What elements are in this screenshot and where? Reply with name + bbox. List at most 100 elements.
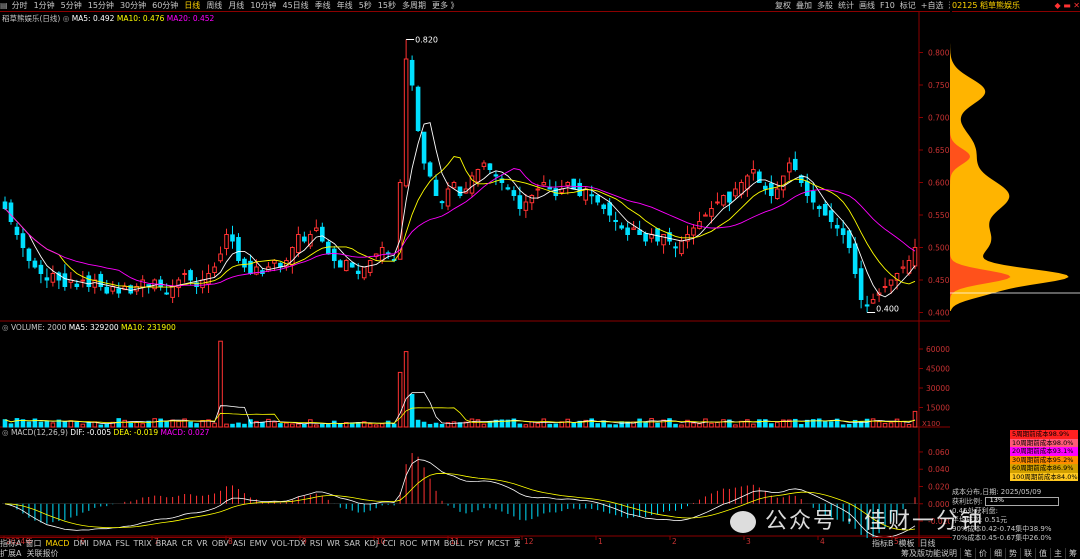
toolbar-button[interactable]: 叠加 <box>796 1 812 10</box>
toolbar-button[interactable]: 返回 <box>948 1 950 10</box>
period-tab[interactable]: 15秒 <box>378 1 396 10</box>
right-tab[interactable]: 主 <box>1051 548 1066 559</box>
toolbar-button[interactable]: +自选 <box>921 1 944 10</box>
indicator-tab[interactable]: VR <box>197 539 208 548</box>
volume-bar <box>709 422 714 428</box>
app-menu-icon[interactable]: ▤ <box>0 1 8 10</box>
indicator-tab[interactable]: MACD <box>45 539 69 548</box>
indicator-tab[interactable]: SAR <box>344 539 360 548</box>
period-tab[interactable]: 1分钟 <box>34 1 55 10</box>
indicator-tab[interactable]: CR <box>182 539 193 548</box>
window-controls-icon[interactable]: ◆ ▬ ✕ <box>1055 0 1080 11</box>
candle-body <box>433 179 439 197</box>
volume-bar <box>14 418 20 428</box>
candle-body <box>691 227 696 236</box>
candle-body <box>565 182 571 186</box>
candle-body <box>74 283 80 287</box>
indicator-tab[interactable]: ASI <box>233 539 246 548</box>
volume-bar <box>379 423 385 428</box>
period-tab[interactable]: 周线 <box>206 1 222 10</box>
candle-body <box>643 233 648 242</box>
candle-body <box>116 288 122 294</box>
right-tab[interactable]: 筹 <box>1066 548 1080 559</box>
indicator-tab[interactable]: MCST <box>487 539 509 548</box>
cost-legend-item: 10周期前成本98.0% <box>1010 438 1078 447</box>
period-tab[interactable]: 5分钟 <box>61 1 82 10</box>
period-tab[interactable]: 15分钟 <box>88 1 114 10</box>
right-tab[interactable]: 筹及版功能说明 <box>898 548 961 559</box>
right-tab[interactable]: 值 <box>1036 548 1051 559</box>
indicator-tab[interactable]: DMI <box>73 539 88 548</box>
volume-bar <box>721 419 726 428</box>
right-tab[interactable]: 联 <box>1021 548 1036 559</box>
indicator-tab[interactable]: FSL <box>115 539 129 548</box>
right-tab[interactable]: 势 <box>1006 548 1021 559</box>
indicator-tab[interactable]: 更多 <box>514 539 520 548</box>
date-label: 1 <box>598 537 603 546</box>
period-tab[interactable]: 季线 <box>315 1 331 10</box>
indicator-tab[interactable]: 窗口 <box>25 539 41 548</box>
volume-bar <box>421 421 427 428</box>
volume-bar <box>230 423 235 428</box>
toolbar-button[interactable]: 画线 <box>859 1 875 10</box>
period-tab[interactable]: 10分钟 <box>250 1 276 10</box>
indicator-tab[interactable]: EMV <box>250 539 267 548</box>
bottom-tab[interactable]: 日线 <box>920 539 936 548</box>
right-tab[interactable]: 价 <box>976 548 991 559</box>
period-tab[interactable]: 45日线 <box>283 1 309 10</box>
period-tab[interactable]: 年线 <box>337 1 353 10</box>
indicator-tab[interactable]: TRIX <box>133 539 151 548</box>
indicator-tab[interactable]: BRAR <box>156 539 178 548</box>
indicator-tab[interactable]: 指标A <box>0 539 21 548</box>
candle-body <box>38 264 44 274</box>
volume-bar <box>236 422 241 428</box>
toolbar-button[interactable]: 标记 <box>900 1 916 10</box>
period-tab[interactable]: 5秒 <box>359 1 372 10</box>
volume-bar <box>697 423 702 428</box>
indicator-tab[interactable]: BOLL <box>444 539 465 548</box>
kline-chart[interactable]: 0.800 0.750 0.700 0.650 0.600 0.550 0.500 0.450… <box>0 11 950 547</box>
candle-body <box>852 243 858 274</box>
toolbar-button[interactable]: 复权 <box>775 1 791 10</box>
bottom-tab[interactable]: 关联报价 <box>26 549 58 558</box>
toolbar-button[interactable]: 统计 <box>838 1 854 10</box>
bottom-tab[interactable]: 扩展A <box>0 549 21 558</box>
indicator-tab[interactable]: WR <box>327 539 340 548</box>
macd-tick-label: 0.040 <box>928 465 950 474</box>
volume-bar <box>673 423 678 428</box>
volume-bar <box>517 423 523 428</box>
right-tab[interactable]: 笔 <box>961 548 976 559</box>
indicator-tab[interactable]: MTM <box>421 539 440 548</box>
right-tab[interactable]: 细 <box>991 548 1006 559</box>
candle-body <box>517 195 523 210</box>
bottom-tab[interactable]: 指标B <box>872 539 894 548</box>
period-tab[interactable]: 分时 <box>12 1 28 10</box>
bottom-tab[interactable]: 模板 <box>899 539 915 548</box>
period-tab[interactable]: 月线 <box>228 1 244 10</box>
period-tab[interactable]: 更多 》 <box>432 1 459 10</box>
volume-bar <box>822 420 828 428</box>
toolbar-button[interactable]: 多股 <box>817 1 833 10</box>
indicator-tab[interactable]: VOL-TDX <box>271 539 306 548</box>
candle-body <box>661 234 666 246</box>
candle-body <box>379 247 385 261</box>
candle-body <box>296 234 301 254</box>
period-tab[interactable]: 60分钟 <box>152 1 178 10</box>
volume-bar <box>535 422 541 428</box>
period-tab[interactable]: 30分钟 <box>120 1 146 10</box>
indicator-tab[interactable]: ROC <box>400 539 417 548</box>
indicator-tab[interactable]: RSI <box>310 539 323 548</box>
indicator-tab[interactable]: CCI <box>382 539 396 548</box>
indicator-tab[interactable]: DMA <box>93 539 112 548</box>
period-tab[interactable]: 日线 <box>184 1 200 10</box>
indicator-tab[interactable]: PSY <box>468 539 483 548</box>
indicator-tab[interactable]: KDJ <box>364 539 378 548</box>
volume-bar <box>439 423 445 428</box>
candle-body <box>427 162 433 177</box>
candle-body <box>864 304 870 307</box>
indicator-tab[interactable]: OBV <box>212 539 229 548</box>
volume-bar <box>176 420 181 428</box>
candle-body <box>62 273 68 287</box>
period-tab[interactable]: 多周期 <box>402 1 426 10</box>
toolbar-button[interactable]: F10 <box>880 1 895 10</box>
